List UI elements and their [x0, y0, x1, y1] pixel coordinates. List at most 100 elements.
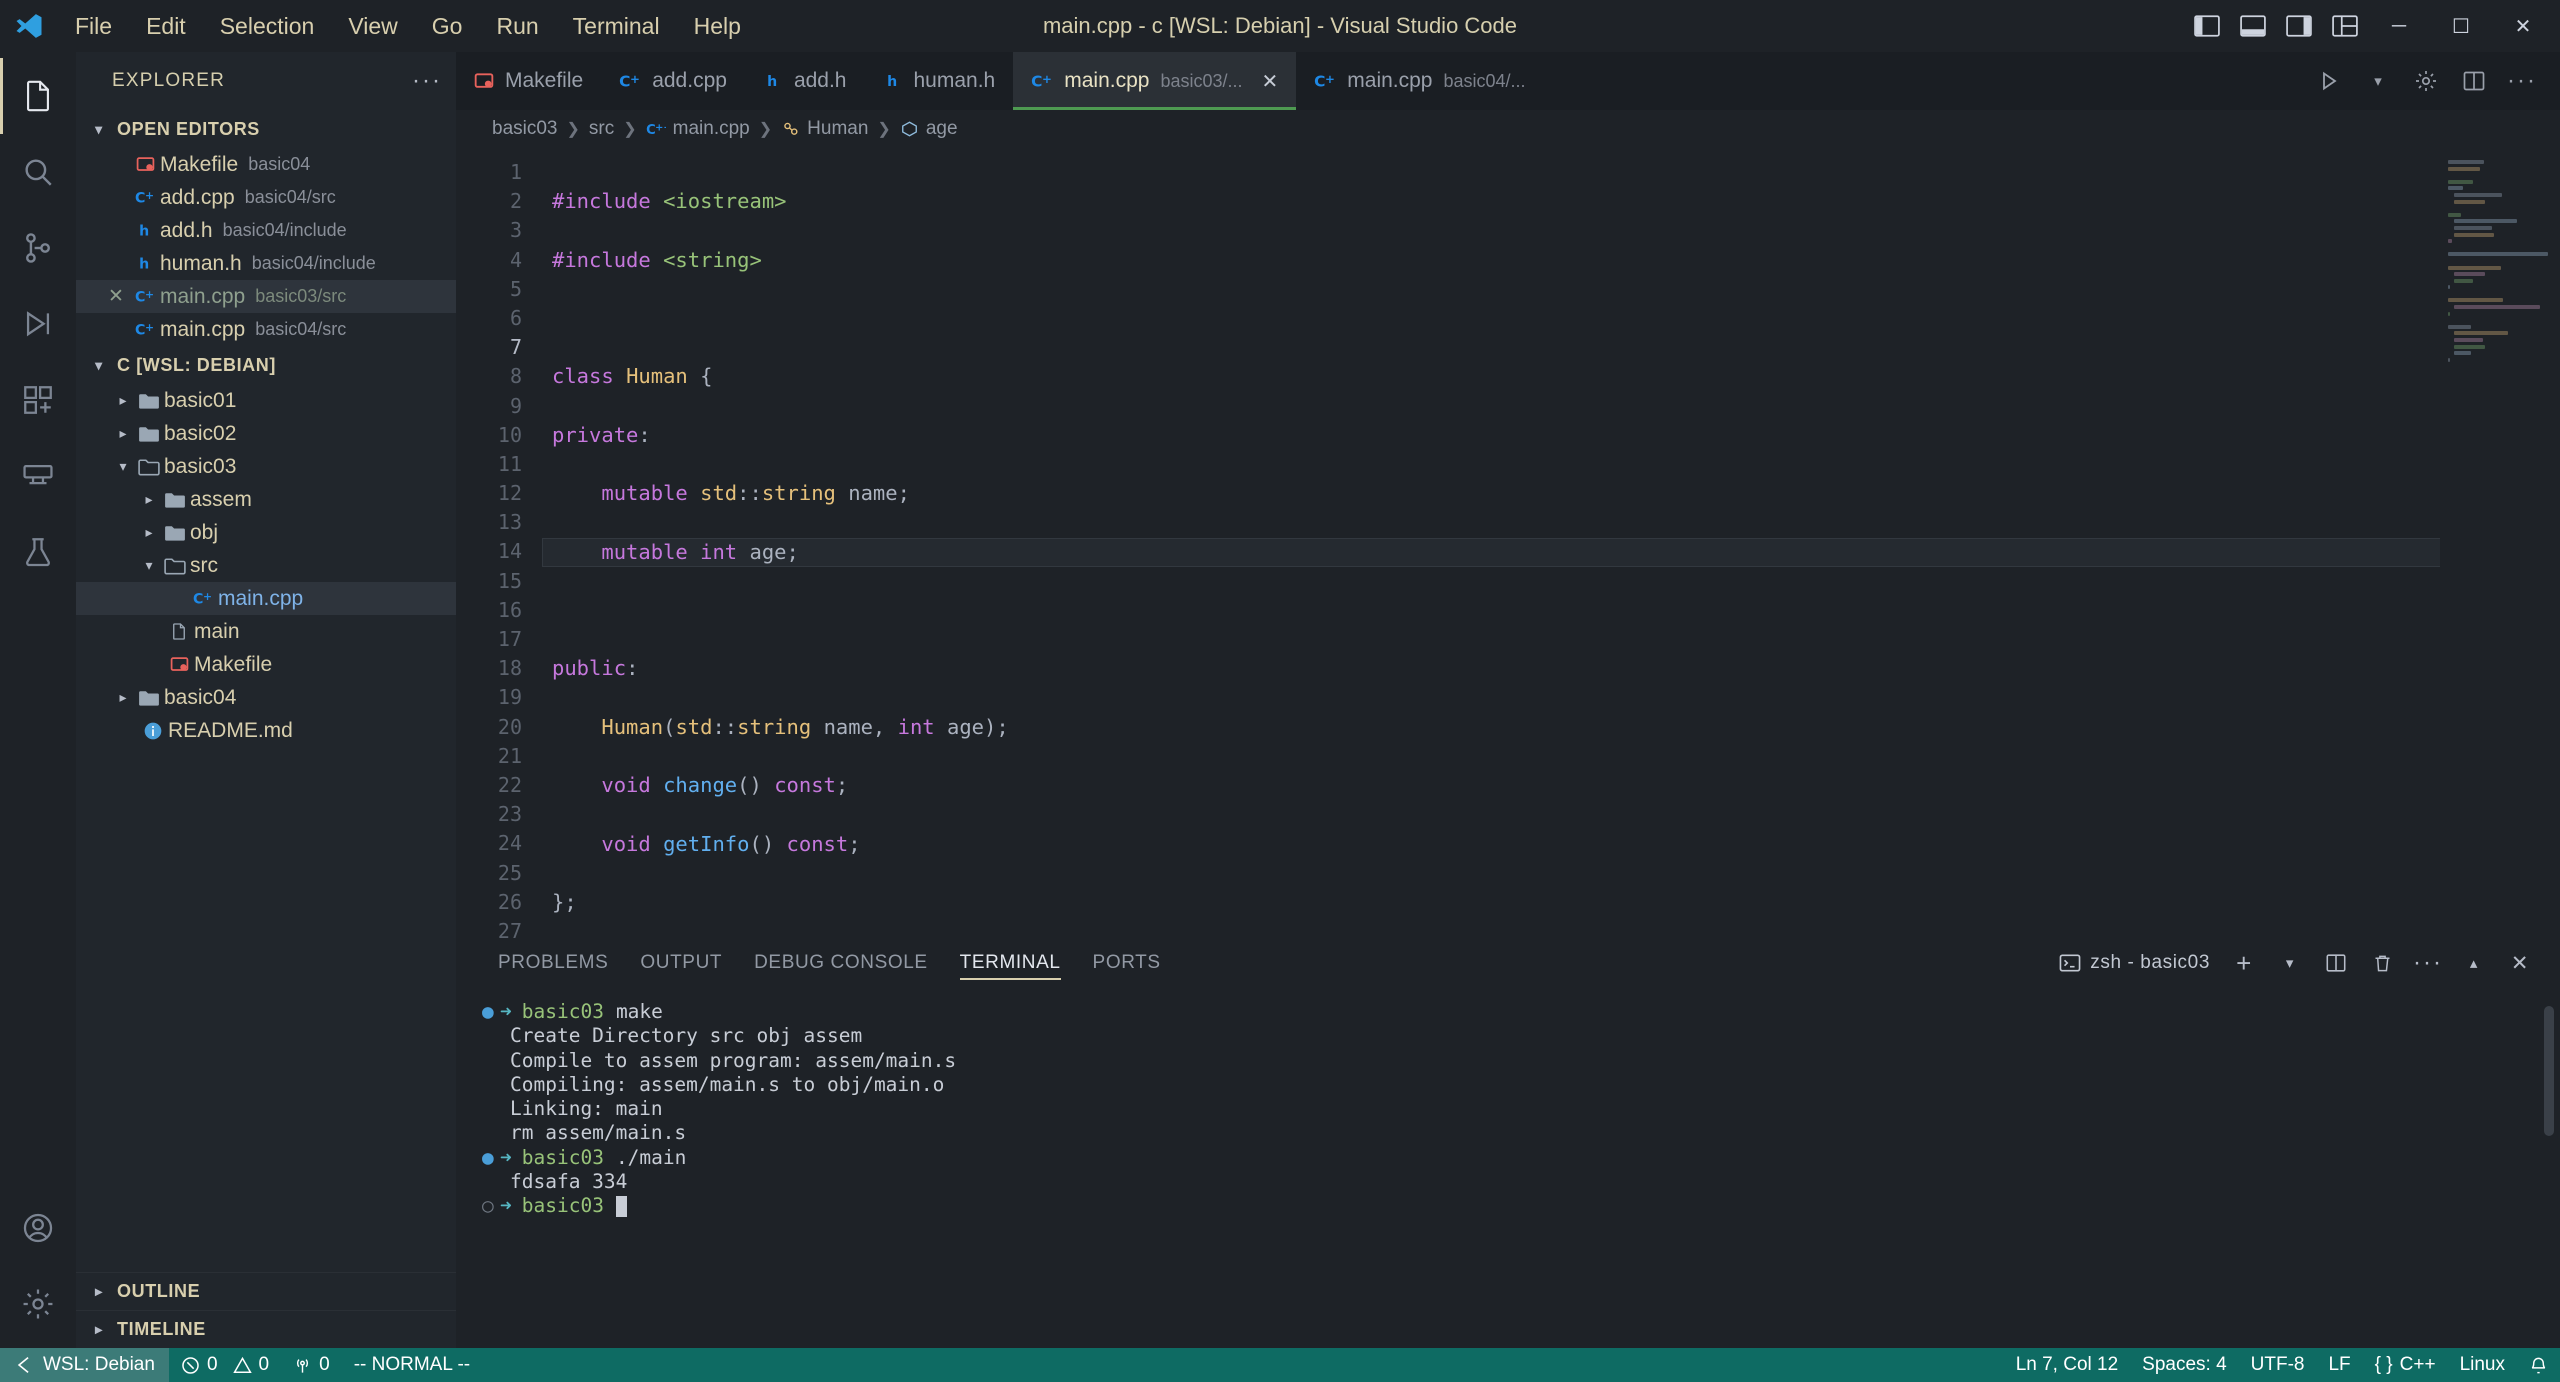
more-actions-icon[interactable]: ···: [2500, 52, 2544, 110]
window-minimize-button[interactable]: ─: [2368, 0, 2430, 52]
tab-output[interactable]: OUTPUT: [624, 938, 738, 988]
tab-add-h[interactable]: h add.h: [745, 52, 865, 110]
status-indentation[interactable]: Spaces: 4: [2130, 1348, 2239, 1382]
file-path: basic04/include: [223, 220, 347, 241]
chevron-right-icon: ▸: [138, 491, 160, 508]
activity-run-debug[interactable]: [0, 286, 76, 362]
maximize-panel-icon[interactable]: ▴: [2454, 938, 2494, 988]
tab-makefile[interactable]: Makefile: [456, 52, 601, 110]
tree-item-basic01[interactable]: ▸ basic01: [76, 384, 456, 417]
open-editor-add-h[interactable]: h add.h basic04/include: [76, 214, 456, 247]
open-editor-makefile[interactable]: Makefile basic04: [76, 148, 456, 181]
tab-add-cpp[interactable]: C++ add.cpp: [601, 52, 745, 110]
window-close-button[interactable]: ✕: [2492, 0, 2554, 52]
tab-debug-console[interactable]: DEBUG CONSOLE: [738, 938, 944, 988]
section-open-editors[interactable]: ▾ OPEN EDITORS: [76, 110, 456, 148]
tree-item-assem[interactable]: ▸ assem: [76, 483, 456, 516]
menu-edit[interactable]: Edit: [129, 9, 203, 44]
tree-item-obj[interactable]: ▸ obj: [76, 516, 456, 549]
menu-file[interactable]: File: [58, 9, 129, 44]
tab-human-h[interactable]: h human.h: [865, 52, 1014, 110]
tree-item-basic04[interactable]: ▸ basic04: [76, 681, 456, 714]
tab-ports[interactable]: PORTS: [1077, 938, 1177, 988]
sidebar-more-actions-icon[interactable]: ···: [412, 67, 442, 95]
terminal-scrollbar[interactable]: [2544, 1006, 2554, 1136]
terminal-selector[interactable]: zsh - basic03: [2059, 952, 2218, 974]
code-editor[interactable]: 1234567891011121314151617181920212223242…: [456, 148, 2560, 938]
menu-terminal[interactable]: Terminal: [556, 9, 677, 44]
menu-go[interactable]: Go: [415, 9, 480, 44]
tree-item-basic02[interactable]: ▸ basic02: [76, 417, 456, 450]
split-terminal-icon[interactable]: [2316, 938, 2356, 988]
tab-main-cpp-basic03[interactable]: C++ main.cpp basic03/... ✕: [1013, 52, 1296, 110]
menu-bar[interactable]: File Edit Selection View Go Run Terminal…: [58, 9, 758, 44]
terminal-output-line: Compiling: assem/main.s to obj/main.o: [482, 1073, 2560, 1097]
activity-settings[interactable]: [0, 1266, 76, 1342]
status-eol[interactable]: LF: [2316, 1348, 2362, 1382]
more-actions-icon[interactable]: ···: [2408, 938, 2448, 988]
sidebar: EXPLORER ··· ▾ OPEN EDITORS Makefile bas…: [76, 52, 456, 1348]
breadcrumb-src[interactable]: src: [589, 118, 614, 140]
toggle-panel-icon[interactable]: [2230, 0, 2276, 52]
close-panel-icon[interactable]: ✕: [2500, 938, 2540, 988]
activity-source-control[interactable]: [0, 210, 76, 286]
section-outline[interactable]: ▸ OUTLINE: [76, 1272, 456, 1310]
tree-item-readme[interactable]: README.md: [76, 714, 456, 747]
terminal-output[interactable]: ●➜basic03makeCreate Directory src obj as…: [456, 988, 2560, 1348]
status-problems[interactable]: 0 0: [169, 1348, 281, 1382]
status-remote[interactable]: WSL: Debian: [0, 1348, 169, 1382]
activity-search[interactable]: [0, 134, 76, 210]
menu-run[interactable]: Run: [479, 9, 555, 44]
activity-remote-explorer[interactable]: [0, 438, 76, 514]
settings-gear-icon[interactable]: [2404, 52, 2448, 110]
tree-item-makefile[interactable]: Makefile: [76, 648, 456, 681]
tab-terminal[interactable]: TERMINAL: [944, 938, 1077, 988]
tree-item-main-binary[interactable]: main: [76, 615, 456, 648]
breadcrumb-main-cpp[interactable]: C++ main.cpp: [646, 118, 750, 140]
section-timeline[interactable]: ▸ TIMELINE: [76, 1310, 456, 1348]
tree-item-src[interactable]: ▾ src: [76, 549, 456, 582]
toggle-secondary-sidebar-icon[interactable]: [2276, 0, 2322, 52]
open-editor-add-cpp[interactable]: C++ add.cpp basic04/src: [76, 181, 456, 214]
minimap[interactable]: [2440, 148, 2560, 938]
breadcrumb-age-field[interactable]: age: [900, 118, 958, 140]
open-editor-main-cpp-basic04[interactable]: C++ main.cpp basic04/src: [76, 313, 456, 346]
tab-main-cpp-basic04[interactable]: C++ main.cpp basic04/...: [1296, 52, 1543, 110]
run-code-icon[interactable]: [2308, 52, 2352, 110]
status-notifications[interactable]: [2517, 1348, 2560, 1382]
new-terminal-icon[interactable]: +: [2224, 938, 2264, 988]
minimap-line: [2454, 338, 2483, 342]
status-platform[interactable]: Linux: [2448, 1348, 2517, 1382]
tree-item-main-cpp[interactable]: C++ main.cpp: [76, 582, 456, 615]
section-workspace[interactable]: ▾ C [WSL: DEBIAN]: [76, 346, 456, 384]
chevron-down-icon[interactable]: ▾: [2270, 938, 2310, 988]
tab-problems[interactable]: PROBLEMS: [482, 938, 624, 988]
svg-text:++: ++: [1042, 72, 1053, 86]
breadcrumb-human-class[interactable]: Human: [781, 118, 868, 140]
split-editor-icon[interactable]: [2452, 52, 2496, 110]
code-content[interactable]: #include <iostream> #include <string> cl…: [542, 148, 2560, 938]
menu-selection[interactable]: Selection: [203, 9, 332, 44]
open-editor-main-cpp-basic03[interactable]: ✕ C++ main.cpp basic03/src: [76, 280, 456, 313]
open-editor-human-h[interactable]: h human.h basic04/include: [76, 247, 456, 280]
breadcrumb-basic03[interactable]: basic03: [492, 118, 558, 140]
activity-explorer[interactable]: [0, 58, 76, 134]
toggle-primary-sidebar-icon[interactable]: [2184, 0, 2230, 52]
customize-layout-icon[interactable]: [2322, 0, 2368, 52]
activity-extensions[interactable]: [0, 362, 76, 438]
kill-terminal-icon[interactable]: [2362, 938, 2402, 988]
activity-accounts[interactable]: [0, 1190, 76, 1266]
window-maximize-button[interactable]: ☐: [2430, 0, 2492, 52]
close-icon[interactable]: ✕: [102, 285, 130, 308]
status-language-mode[interactable]: { } C++: [2363, 1348, 2448, 1382]
status-encoding[interactable]: UTF-8: [2239, 1348, 2317, 1382]
chevron-down-icon[interactable]: ▾: [2356, 52, 2400, 110]
line-number: 8: [456, 362, 542, 391]
tree-item-basic03[interactable]: ▾ basic03: [76, 450, 456, 483]
close-icon[interactable]: ✕: [1262, 69, 1279, 94]
activity-testing[interactable]: [0, 514, 76, 590]
status-ports[interactable]: 0: [281, 1348, 342, 1382]
menu-view[interactable]: View: [331, 9, 414, 44]
menu-help[interactable]: Help: [677, 9, 758, 44]
status-cursor-position[interactable]: Ln 7, Col 12: [2004, 1348, 2130, 1382]
